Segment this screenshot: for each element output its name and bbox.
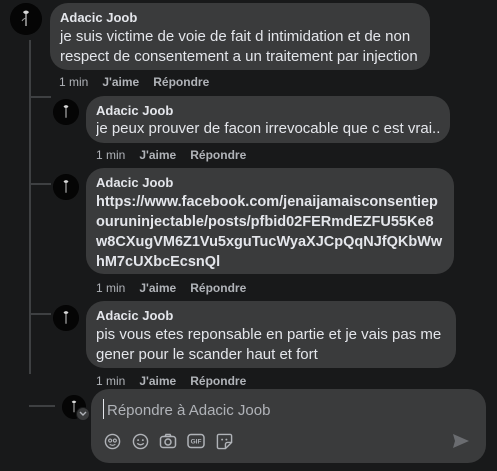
- thread-connector: [29, 96, 51, 98]
- comment-bubble: Adacic Joob je peux prouver de facon irr…: [86, 96, 450, 143]
- avatar[interactable]: [53, 99, 79, 125]
- reply-button[interactable]: Répondre: [190, 148, 246, 162]
- comment-author[interactable]: Adacic Joob: [60, 10, 420, 25]
- reply-button[interactable]: Répondre: [190, 281, 246, 295]
- avatar[interactable]: [53, 174, 79, 200]
- gif-icon[interactable]: GIF: [187, 432, 205, 450]
- comment-bubble: Adacic Joob je suis victime de voie de f…: [50, 3, 430, 70]
- comment-timestamp[interactable]: 1 min: [96, 148, 125, 162]
- comment-actions: 1 min J'aime Répondre: [96, 148, 246, 162]
- comment-author[interactable]: Adacic Joob: [96, 103, 440, 118]
- comment-text: je suis victime de voie de fait d intimi…: [60, 28, 418, 65]
- comment-actions: 1 min J'aime Répondre: [96, 281, 246, 295]
- comment-bubble: Adacic Joob pis vous etes reponsable en …: [86, 301, 456, 368]
- avatar-sticker-icon[interactable]: [103, 432, 121, 450]
- comment-author[interactable]: Adacic Joob: [96, 308, 446, 323]
- avatar[interactable]: [53, 305, 79, 331]
- profile-picture-icon: [53, 174, 79, 200]
- comment-link[interactable]: https://www.facebook.com/jenaijamaiscons…: [96, 192, 444, 272]
- like-button[interactable]: J'aime: [139, 148, 176, 162]
- svg-text:GIF: GIF: [191, 439, 202, 446]
- comment-actions: 1 min J'aime Répondre: [96, 374, 246, 388]
- thread-connector: [29, 405, 55, 407]
- comment-timestamp[interactable]: 1 min: [96, 281, 125, 295]
- like-button[interactable]: J'aime: [102, 75, 139, 89]
- sticker-icon[interactable]: [215, 432, 233, 450]
- like-button[interactable]: J'aime: [139, 281, 176, 295]
- comment-text: pis vous etes reponsable en partie et je…: [96, 326, 442, 363]
- thread-connector: [29, 183, 51, 185]
- send-icon[interactable]: [452, 433, 472, 451]
- profile-picture-icon: [53, 99, 79, 125]
- account-switch-chevron-icon[interactable]: [76, 407, 90, 421]
- profile-picture-icon: [53, 305, 79, 331]
- reply-composer: GIF: [91, 389, 486, 463]
- comment-text: je peux prouver de facon irrevocable que…: [96, 120, 440, 137]
- comment-author[interactable]: Adacic Joob: [96, 175, 444, 190]
- reply-button[interactable]: Répondre: [153, 75, 209, 89]
- comment-timestamp[interactable]: 1 min: [96, 374, 125, 388]
- avatar[interactable]: [10, 3, 42, 35]
- profile-picture-icon: [10, 3, 42, 35]
- emoji-icon[interactable]: [131, 432, 149, 450]
- composer-toolbar: GIF: [103, 432, 233, 450]
- reply-button[interactable]: Répondre: [190, 374, 246, 388]
- thread-connector: [29, 313, 51, 315]
- text-cursor: [103, 399, 104, 419]
- comment-timestamp[interactable]: 1 min: [59, 75, 88, 89]
- comment-bubble: Adacic Joob https://www.facebook.com/jen…: [86, 168, 454, 274]
- camera-icon[interactable]: [159, 432, 177, 450]
- comment-actions: 1 min J'aime Répondre: [59, 75, 209, 89]
- like-button[interactable]: J'aime: [139, 374, 176, 388]
- thread-line-vertical: [29, 40, 31, 374]
- reply-input[interactable]: [105, 398, 469, 422]
